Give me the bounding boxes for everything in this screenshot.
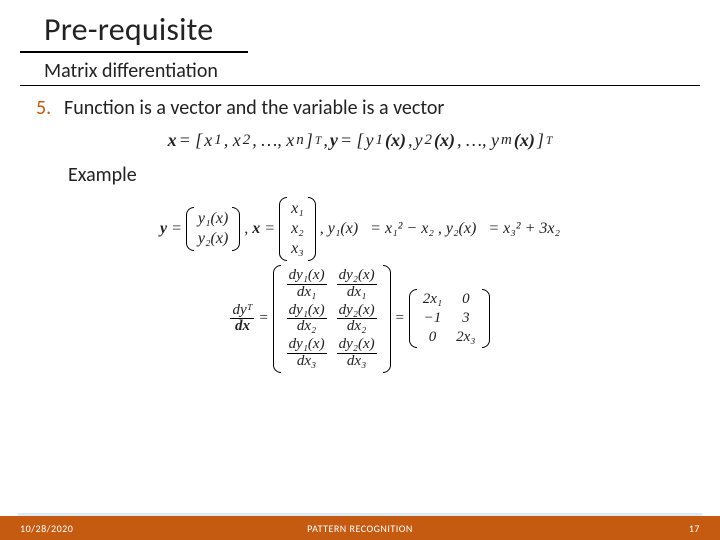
y-symbol: y bbox=[330, 130, 338, 151]
list-item-5: 5. Function is a vector and the variable… bbox=[0, 86, 720, 124]
jacobian-lhs: dyᵀ dx bbox=[230, 303, 254, 336]
vector-definitions: x = [ x1 , x2 , …, xn ]T , y = [ y1(x) ,… bbox=[0, 124, 720, 155]
slide-title: Pre-requisite bbox=[20, 0, 248, 53]
jacobian-result: 2x₁0 −13 02x₃ bbox=[409, 289, 490, 348]
jacobian-equation: dyᵀ dx = dy₁(x)dx₁ dy₂(x)dx₁ dy₁(x)dx₂ d… bbox=[0, 265, 720, 373]
example-label: Example bbox=[0, 155, 720, 193]
example-definitions: y = y₁(x) y₂(x) , x = x₁ x₂ x₃ , y₁(x) =… bbox=[0, 197, 720, 261]
slide-subtitle: Matrix differentiation bbox=[20, 59, 700, 86]
footer-page-number: 17 bbox=[689, 522, 700, 535]
footer-course: PATTERN RECOGNITION bbox=[307, 522, 413, 535]
list-number: 5. bbox=[36, 96, 64, 120]
list-text: Function is a vector and the variable is… bbox=[64, 96, 444, 120]
jacobian-symbolic: dy₁(x)dx₁ dy₂(x)dx₁ dy₁(x)dx₂ dy₂(x)dx₂ … bbox=[273, 265, 391, 373]
x-symbol: x bbox=[168, 130, 177, 151]
slide-footer: 10/28/2020 PATTERN RECOGNITION 17 bbox=[0, 516, 720, 540]
footer-date: 10/28/2020 bbox=[20, 522, 73, 535]
